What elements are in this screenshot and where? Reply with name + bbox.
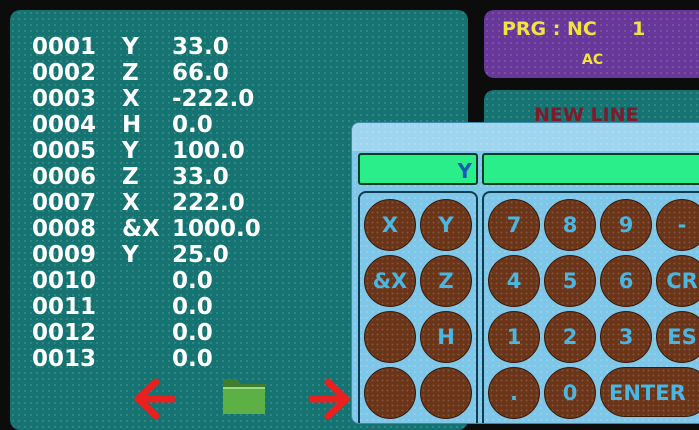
line-axis: &X	[122, 216, 160, 242]
line-number: 0011	[32, 294, 97, 320]
line-number: 0005	[32, 138, 97, 164]
line-value: 0.0	[172, 112, 213, 138]
key-9[interactable]: 9	[600, 199, 652, 251]
line-value: 222.0	[172, 190, 245, 216]
line-axis: X	[122, 190, 140, 216]
line-number: 0003	[32, 86, 97, 112]
line-axis: Y	[122, 138, 139, 164]
line-value: 1000.0	[172, 216, 261, 242]
key-blank[interactable]	[364, 367, 416, 419]
line-value: 25.0	[172, 242, 229, 268]
line-value: 33.0	[172, 164, 229, 190]
key-7[interactable]: 7	[488, 199, 540, 251]
line-number: 0012	[32, 320, 97, 346]
line-axis: X	[122, 86, 140, 112]
value-entry-field[interactable]: 75	[482, 153, 699, 185]
key-8[interactable]: 8	[544, 199, 596, 251]
key-cr[interactable]: CR	[656, 255, 699, 307]
key-x[interactable]: X	[364, 199, 416, 251]
axis-key-group: X Y &X Z H	[358, 191, 478, 423]
key-blank[interactable]	[364, 311, 416, 363]
key-blank[interactable]	[420, 367, 472, 419]
program-status-panel: PRG : NC 1 AC	[484, 10, 699, 78]
line-axis: Y	[122, 242, 139, 268]
key-z[interactable]: Z	[420, 255, 472, 307]
line-value: 66.0	[172, 60, 229, 86]
line-value: 0.0	[172, 268, 213, 294]
key-h[interactable]: H	[420, 311, 472, 363]
line-value: -222.0	[172, 86, 255, 112]
line-number: 0004	[32, 112, 97, 138]
line-value: 0.0	[172, 346, 213, 372]
keypad-dialog: Y 75 X Y &X Z H 7 8 9 - 4 5 6 CR 1 2 3 E…	[351, 122, 699, 424]
axis-field[interactable]: Y	[358, 153, 478, 185]
program-label: PRG : NC	[502, 18, 597, 40]
line-number: 0010	[32, 268, 97, 294]
key-minus[interactable]: -	[656, 199, 699, 251]
line-number: 0006	[32, 164, 97, 190]
line-value: 0.0	[172, 294, 213, 320]
line-number: 0007	[32, 190, 97, 216]
enter-button[interactable]: ENTER	[600, 367, 699, 417]
program-number: 1	[632, 18, 646, 40]
line-number: 0009	[32, 242, 97, 268]
key-es[interactable]: ES	[656, 311, 699, 363]
key-3[interactable]: 3	[600, 311, 652, 363]
key-6[interactable]: 6	[600, 255, 652, 307]
line-axis: Z	[122, 164, 139, 190]
line-axis: Y	[122, 34, 139, 60]
key-4[interactable]: 4	[488, 255, 540, 307]
line-number: 0002	[32, 60, 97, 86]
key-5[interactable]: 5	[544, 255, 596, 307]
line-number: 0013	[32, 346, 97, 372]
program-mode: AC	[582, 52, 604, 68]
numeric-key-group: 7 8 9 - 4 5 6 CR 1 2 3 ES . 0 ENTER	[482, 191, 699, 423]
line-axis: H	[122, 112, 142, 138]
key-ampersand-x[interactable]: &X	[364, 255, 416, 307]
key-0[interactable]: 0	[544, 367, 596, 419]
key-y[interactable]: Y	[420, 199, 472, 251]
key-1[interactable]: 1	[488, 311, 540, 363]
key-decimal-point[interactable]: .	[488, 367, 540, 419]
line-value: 33.0	[172, 34, 229, 60]
line-value: 0.0	[172, 320, 213, 346]
line-value: 100.0	[172, 138, 245, 164]
folder-icon[interactable]	[220, 370, 268, 418]
key-2[interactable]: 2	[544, 311, 596, 363]
line-number: 0001	[32, 34, 97, 60]
keypad-title-bar[interactable]	[352, 123, 699, 151]
line-number: 0008	[32, 216, 97, 242]
line-axis: Z	[122, 60, 139, 86]
